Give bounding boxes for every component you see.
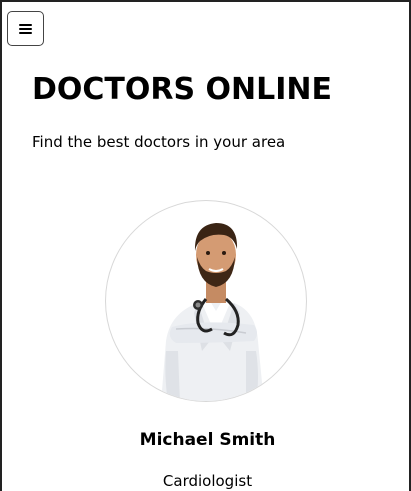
menu-toggle-button[interactable] [7,11,44,46]
doctor-avatar [105,200,307,402]
page-title: DOCTORS ONLINE [32,72,333,107]
doctor-portrait-image [161,223,264,401]
doctor-name: Michael Smith [139,430,276,450]
hamburger-menu-icon [19,23,32,34]
doctor-specialty: Cardiologist [162,472,253,490]
page-subtitle: Find the best doctors in your area [32,133,286,151]
page-frame: DOCTORS ONLINE Find the best doctors in … [0,0,411,491]
